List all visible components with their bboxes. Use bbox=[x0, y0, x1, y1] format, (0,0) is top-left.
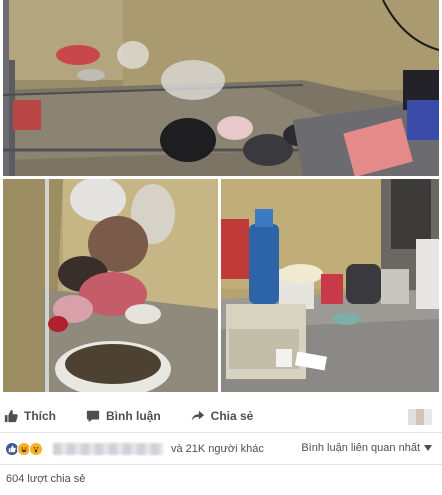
share-button[interactable]: Chia sẻ bbox=[191, 402, 254, 430]
share-arrow-icon bbox=[191, 410, 204, 422]
blurred-reactor-names bbox=[53, 443, 163, 455]
comment-filter-dropdown[interactable]: Bình luận liên quan nhất bbox=[301, 442, 432, 454]
thumbs-up-icon bbox=[4, 409, 18, 423]
comment-filter-label: Bình luận liên quan nhất bbox=[301, 442, 420, 454]
caret-down-icon bbox=[424, 445, 432, 451]
post-action-bar: Thích Bình luận Chia sẻ bbox=[0, 400, 442, 432]
corner-trash-image bbox=[3, 179, 218, 392]
photo-dorm-bed[interactable] bbox=[3, 0, 439, 176]
divider bbox=[0, 432, 442, 433]
comment-icon bbox=[86, 410, 100, 423]
wow-icon bbox=[29, 442, 43, 456]
like-button[interactable]: Thích bbox=[4, 402, 56, 430]
comment-label: Bình luận bbox=[106, 409, 161, 423]
divider bbox=[0, 464, 442, 465]
like-label: Thích bbox=[24, 409, 56, 423]
viewer-avatar[interactable] bbox=[408, 409, 432, 425]
reactions-summary: và 21K người khác Bình luận liên quan nh… bbox=[0, 436, 442, 462]
post-photo-grid bbox=[3, 0, 439, 392]
photo-corner-trash[interactable] bbox=[3, 179, 218, 392]
others-count[interactable]: và 21K người khác bbox=[171, 443, 264, 455]
share-label: Chia sẻ bbox=[210, 409, 254, 423]
comment-button[interactable]: Bình luận bbox=[86, 402, 161, 430]
photo-desk-clutter[interactable] bbox=[221, 179, 439, 392]
reaction-icons[interactable] bbox=[5, 442, 43, 456]
dorm-bed-image bbox=[3, 0, 439, 176]
share-count[interactable]: 604 lượt chia sẻ bbox=[6, 473, 85, 485]
desk-clutter-image bbox=[221, 179, 439, 392]
